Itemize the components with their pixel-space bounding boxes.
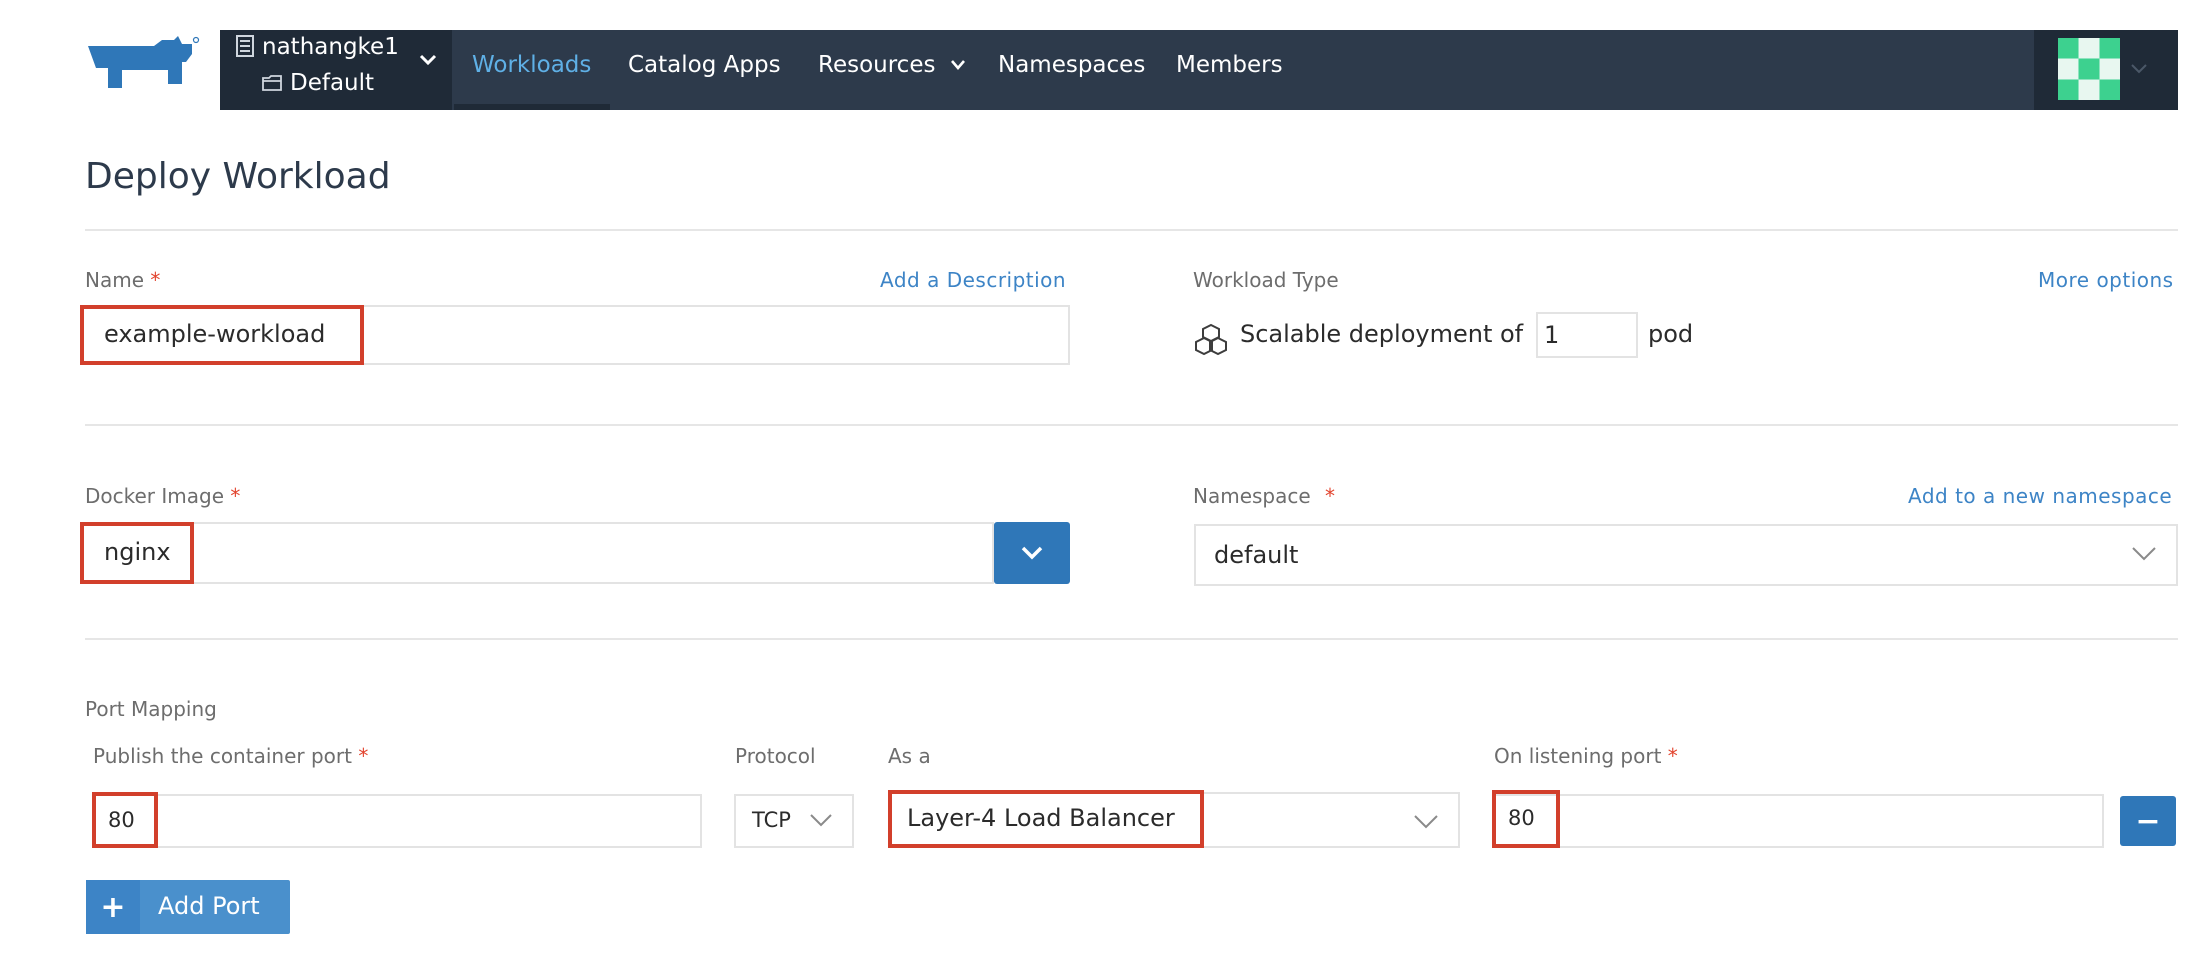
required-marker: * xyxy=(1325,484,1336,508)
rancher-logo-icon[interactable] xyxy=(82,34,202,96)
pod-count-input[interactable]: 1 xyxy=(1536,312,1638,358)
listening-port-label-text: On listening port xyxy=(1494,744,1662,768)
docker-image-dropdown-button[interactable] xyxy=(994,522,1070,584)
divider xyxy=(85,424,2178,426)
project-label[interactable]: Default xyxy=(262,70,374,96)
port-mapping-label: Port Mapping xyxy=(85,697,217,721)
protocol-value: TCP xyxy=(752,808,791,832)
divider xyxy=(85,638,2178,640)
required-marker: * xyxy=(358,744,369,768)
plus-icon: + xyxy=(86,880,140,934)
cluster-name: nathangke1 xyxy=(262,34,399,60)
docker-image-label-text: Docker Image xyxy=(85,484,225,508)
listening-port-label: On listening port * xyxy=(1494,744,1678,768)
chevron-down-icon xyxy=(2132,547,2156,561)
chevron-down-icon[interactable] xyxy=(414,46,442,74)
chevron-down-icon xyxy=(950,60,965,70)
remove-port-button[interactable]: − xyxy=(2120,796,2176,846)
name-input-value: example-workload xyxy=(104,320,326,348)
folder-icon xyxy=(262,75,282,91)
nav-catalog-apps[interactable]: Catalog Apps xyxy=(628,52,781,78)
as-a-label: As a xyxy=(888,744,931,768)
required-marker: * xyxy=(230,484,241,508)
active-tab-indicator xyxy=(454,104,610,110)
minus-icon: − xyxy=(2135,803,2161,839)
nav-resources[interactable]: Resources xyxy=(818,52,967,78)
container-port-value: 80 xyxy=(108,808,135,832)
nav-namespaces[interactable]: Namespaces xyxy=(998,52,1145,78)
add-description-link[interactable]: Add a Description xyxy=(880,268,1066,292)
more-options-link[interactable]: More options xyxy=(2038,268,2174,292)
docker-image-value: nginx xyxy=(104,538,171,566)
add-port-button[interactable]: + Add Port xyxy=(86,880,290,934)
workload-type-prefix: Scalable deployment of xyxy=(1240,320,1524,348)
name-label-text: Name xyxy=(85,268,145,292)
docker-image-label: Docker Image * xyxy=(85,484,240,508)
nav-members[interactable]: Members xyxy=(1176,52,1283,78)
avatar[interactable] xyxy=(2058,38,2120,100)
protocol-label: Protocol xyxy=(735,744,816,768)
server-icon xyxy=(236,35,254,57)
namespace-label: Namespace * xyxy=(1193,484,1335,508)
nav-workloads[interactable]: Workloads xyxy=(472,52,591,78)
docker-image-input[interactable] xyxy=(80,522,994,584)
workload-type-label: Workload Type xyxy=(1193,268,1339,292)
chevron-down-icon xyxy=(1021,546,1043,560)
pod-count-value: 1 xyxy=(1544,321,1560,349)
divider xyxy=(85,229,2178,231)
nav-resources-label: Resources xyxy=(818,52,936,78)
listening-port-value: 80 xyxy=(1508,806,1535,830)
add-to-new-namespace-link[interactable]: Add to a new namespace xyxy=(1908,484,2172,508)
workload-type-suffix: pod xyxy=(1648,320,1694,348)
chevron-down-icon xyxy=(1414,815,1438,829)
namespace-value: default xyxy=(1214,541,1299,569)
required-marker: * xyxy=(150,268,161,292)
container-port-label-text: Publish the container port xyxy=(93,744,352,768)
chevron-down-icon[interactable] xyxy=(2128,58,2150,80)
page-title: Deploy Workload xyxy=(85,156,391,197)
chevron-down-icon xyxy=(810,814,832,827)
namespace-select[interactable]: default xyxy=(1194,524,2178,586)
container-port-label: Publish the container port * xyxy=(93,744,368,768)
listening-port-input[interactable] xyxy=(1494,794,2104,848)
cluster-label[interactable]: nathangke1 xyxy=(236,34,399,60)
name-label: Name * xyxy=(85,268,160,292)
add-port-label: Add Port xyxy=(158,892,260,920)
project-name: Default xyxy=(290,70,375,96)
container-port-input[interactable] xyxy=(92,794,702,848)
deployment-icon xyxy=(1195,323,1227,356)
namespace-label-text: Namespace xyxy=(1193,484,1311,508)
service-type-value: Layer-4 Load Balancer xyxy=(907,804,1175,832)
required-marker: * xyxy=(1667,744,1678,768)
